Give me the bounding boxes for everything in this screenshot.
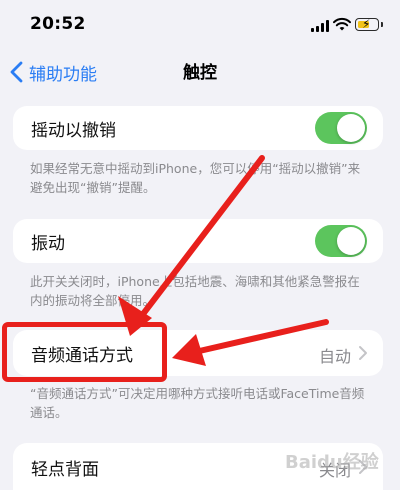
vibration-label: 振动: [31, 234, 65, 254]
shake-to-undo-label: 摇动以撤销: [31, 121, 116, 141]
shake-to-undo-row: 摇动以撤销: [13, 106, 383, 150]
watermark: Baidu经验: [285, 452, 379, 473]
battery-charging-icon: ⚡: [355, 17, 383, 31]
vibration-toggle[interactable]: [315, 225, 367, 257]
chevron-right-icon: [359, 346, 367, 360]
back-tap-label: 轻点背面: [31, 460, 99, 480]
call-audio-routing-footer: “音频通话方式”可决定用哪种方式接听电话或FaceTime音频通话。: [30, 386, 365, 420]
status-time: 20:52: [30, 14, 86, 34]
call-audio-routing-value: 自动: [318, 347, 351, 366]
shake-to-undo-footer: 如果经常无意中摇动到iPhone，您可以停用“摇动以撤销”来避免出现“撤销”提醒…: [30, 161, 361, 195]
vibration-row: 振动: [13, 219, 383, 263]
vibration-footer: 此开关关闭时，iPhone上包括地震、海啸和其他紧急警报在内的振动将全部停用。: [30, 274, 360, 308]
cellular-signal-icon: [311, 20, 329, 32]
status-bar: 20:52 ⚡: [0, 0, 400, 48]
highlight-box: [2, 322, 167, 382]
wifi-icon: [333, 17, 351, 31]
shake-to-undo-toggle[interactable]: [315, 112, 367, 144]
page-title: 触控: [183, 63, 217, 83]
